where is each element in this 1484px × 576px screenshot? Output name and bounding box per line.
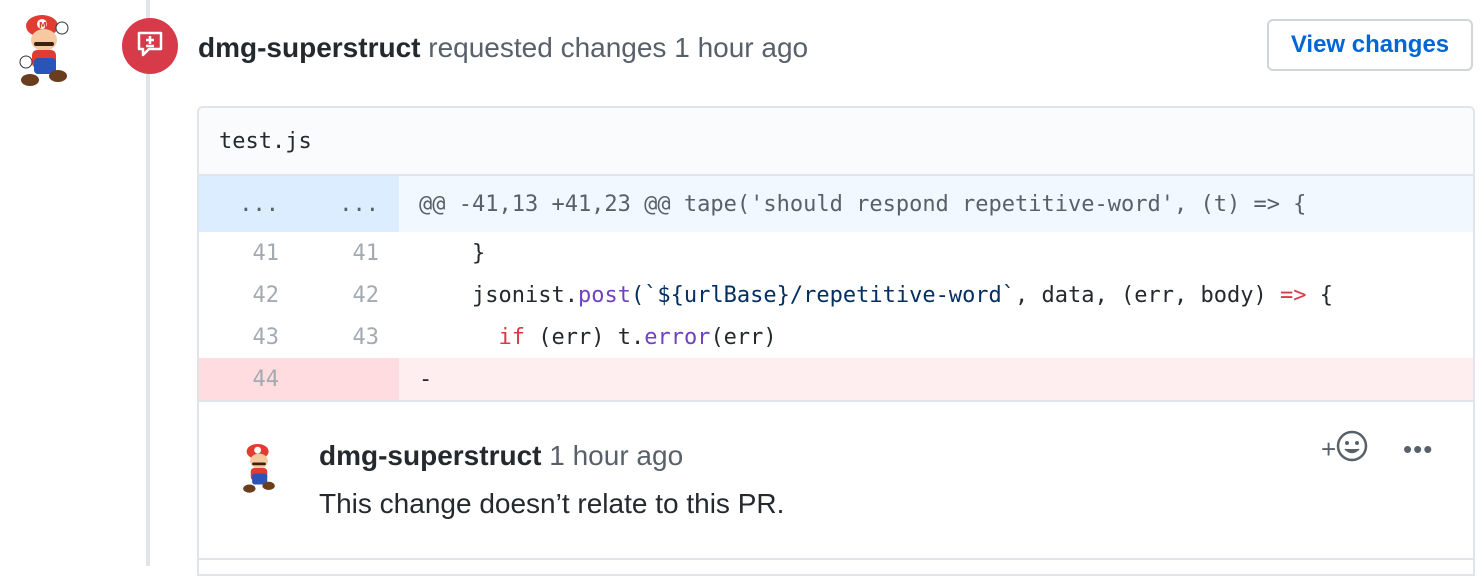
code-token: error — [644, 324, 711, 350]
add-reaction-button[interactable]: + — [1321, 430, 1368, 469]
hunk-header-text: @@ -41,13 +41,23 @@ tape('should respond… — [419, 191, 1307, 217]
expand-up-marker[interactable]: ... — [199, 176, 299, 232]
old-line-number[interactable]: 43 — [199, 316, 299, 358]
code-text: if (err) t. error (err) — [399, 316, 1473, 358]
code-token: (err) — [710, 324, 777, 350]
code-token: } — [419, 240, 486, 266]
avatar-image: M — [19, 15, 69, 86]
comment-author-link[interactable]: dmg-superstruct — [319, 440, 541, 471]
old-line-number[interactable]: 44 — [199, 358, 299, 400]
smiley-icon — [1336, 430, 1368, 469]
code-token: { — [1306, 282, 1333, 308]
hunk-header-row: ... ... @@ -41,13 +41,23 @@ tape('should… — [199, 176, 1473, 232]
new-line-number[interactable] — [299, 358, 399, 400]
new-line-number[interactable]: 42 — [299, 274, 399, 316]
comment-time[interactable]: 1 hour ago — [549, 440, 683, 471]
comment-meta: dmg-superstruct 1 hour ago — [319, 440, 683, 472]
comment-body: This change doesn’t relate to this PR. — [319, 488, 785, 519]
old-line-number[interactable]: 41 — [199, 232, 299, 274]
diff-line: 41 41 } — [199, 232, 1473, 274]
view-changes-button[interactable]: View changes — [1267, 19, 1473, 71]
diff-lines: 41 41 } 42 42 jsonist. post (`${urlBase}/repe… — [199, 232, 1473, 400]
comment-footer-divider — [199, 558, 1473, 560]
code-token: => — [1279, 282, 1307, 308]
avatar[interactable]: M — [12, 10, 76, 90]
code-token: - — [419, 366, 433, 392]
expand-down-marker[interactable]: ... — [299, 176, 399, 232]
diff-line: 43 43 if (err) t. error (err) — [199, 316, 1473, 358]
inline-comment: dmg-superstruct 1 hour ago This change d… — [199, 400, 1473, 562]
code-token: (`${urlBase}/repetitive-word` — [630, 282, 1016, 308]
svg-text:M: M — [39, 21, 47, 30]
code-token: , data, (err, body) — [1015, 282, 1280, 308]
code-token: if — [498, 324, 525, 350]
code-token: jsonist. — [419, 282, 578, 308]
comment-avatar-image — [243, 443, 275, 493]
diff-line: 42 42 jsonist. post (`${urlBase}/repetitive… — [199, 274, 1473, 316]
code-token: (err) t. — [524, 324, 645, 350]
new-line-number[interactable]: 41 — [299, 232, 399, 274]
file-name[interactable]: test.js — [219, 129, 312, 154]
file-header: test.js — [199, 108, 1473, 176]
code-token: post — [577, 282, 631, 308]
timeline-line — [146, 0, 150, 566]
changes-requested-badge — [122, 18, 178, 74]
comment-changes-icon — [135, 29, 165, 64]
diff-line-deletion: 44 - — [199, 358, 1473, 400]
new-line-number[interactable]: 43 — [299, 316, 399, 358]
review-header: dmg-superstruct requested changes 1 hour… — [198, 30, 808, 66]
file-diff: test.js ... ... @@ -41,13 +41,23 @@ tape… — [197, 106, 1475, 576]
review-time[interactable]: 1 hour ago — [674, 32, 808, 63]
old-line-number[interactable]: 42 — [199, 274, 299, 316]
comment-avatar[interactable] — [237, 440, 281, 496]
code-text: } — [399, 232, 1473, 274]
more-options-button[interactable]: ••• — [1403, 432, 1433, 466]
code-text: jsonist. post (`${urlBase}/repetitive-word… — [399, 274, 1473, 316]
review-author-link[interactable]: dmg-superstruct — [198, 32, 420, 63]
code-text: - — [399, 358, 1473, 400]
reaction-plus: + — [1321, 433, 1337, 464]
review-action: requested changes — [428, 32, 667, 63]
